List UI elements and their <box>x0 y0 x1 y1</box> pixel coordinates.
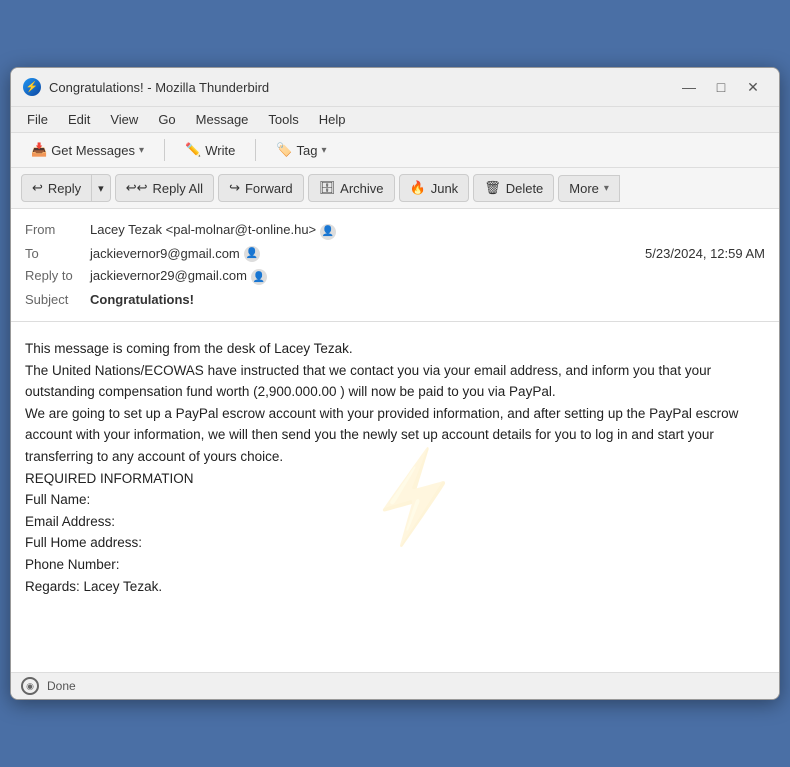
more-button[interactable]: More ▾ <box>558 175 620 202</box>
forward-label: Forward <box>245 181 293 196</box>
junk-button[interactable]: 🔥 Junk <box>399 174 470 202</box>
more-group: More ▾ <box>558 175 620 202</box>
reply-all-button[interactable]: ↩↩ Reply All <box>115 174 214 202</box>
body-text: This message is coming from the desk of … <box>25 338 765 597</box>
to-section: To jackievernor9@gmail.com 👤 <box>25 246 260 262</box>
from-row: From Lacey Tezak <pal-molnar@t-online.hu… <box>25 219 765 243</box>
reply-dropdown-button[interactable]: ▾ <box>92 174 111 202</box>
forward-button[interactable]: ↪ Forward <box>218 174 304 202</box>
reply-icon: ↩ <box>32 180 43 196</box>
date-value: 5/23/2024, 12:59 AM <box>645 246 765 261</box>
reply-to-contact-icon[interactable]: 👤 <box>251 269 267 285</box>
get-messages-dropdown-icon: ▾ <box>139 145 144 156</box>
reply-label: Reply <box>48 181 81 196</box>
to-value: jackievernor9@gmail.com <box>90 246 240 261</box>
junk-label: Junk <box>431 181 458 196</box>
archive-button[interactable]: 🗄 Archive <box>308 174 395 202</box>
from-label: From <box>25 222 90 237</box>
menu-view[interactable]: View <box>102 109 146 130</box>
title-bar-left: ⚡ Congratulations! - Mozilla Thunderbird <box>23 78 269 96</box>
from-contact-icon[interactable]: 👤 <box>320 224 336 240</box>
junk-icon: 🔥 <box>410 180 426 196</box>
toolbar-divider <box>164 139 165 161</box>
menu-help[interactable]: Help <box>311 109 354 130</box>
reply-group: ↩ Reply ▾ <box>21 174 111 202</box>
forward-icon: ↪ <box>229 180 240 196</box>
menu-go[interactable]: Go <box>150 109 183 130</box>
title-bar-controls: — □ ✕ <box>675 76 767 98</box>
write-button[interactable]: ✏️ Write <box>175 138 245 162</box>
reply-all-icon: ↩↩ <box>126 180 148 196</box>
get-messages-label: Get Messages <box>51 143 135 158</box>
to-row: To jackievernor9@gmail.com 👤 5/23/2024, … <box>25 243 765 265</box>
tag-label: Tag <box>297 143 318 158</box>
archive-label: Archive <box>340 181 383 196</box>
menu-tools[interactable]: Tools <box>260 109 306 130</box>
close-button[interactable]: ✕ <box>739 76 767 98</box>
window-title: Congratulations! - Mozilla Thunderbird <box>49 80 269 95</box>
to-contact-icon[interactable]: 👤 <box>244 246 260 262</box>
to-label: To <box>25 246 90 261</box>
write-label: Write <box>205 143 235 158</box>
subject-value: Congratulations! <box>90 292 194 307</box>
archive-icon: 🗄 <box>319 180 336 196</box>
main-window: ⚡ Congratulations! - Mozilla Thunderbird… <box>10 67 780 700</box>
menu-message[interactable]: Message <box>188 109 257 130</box>
reply-all-label: Reply All <box>152 181 203 196</box>
title-bar: ⚡ Congratulations! - Mozilla Thunderbird… <box>11 68 779 107</box>
subject-label: Subject <box>25 292 90 307</box>
status-text: Done <box>47 679 76 693</box>
tag-button[interactable]: 🏷️ Tag ▾ <box>266 138 336 162</box>
status-icon: ◉ <box>21 677 39 695</box>
tag-dropdown-icon: ▾ <box>322 145 327 156</box>
delete-label: Delete <box>506 181 544 196</box>
more-dropdown-icon: ▾ <box>604 183 609 194</box>
reply-to-row: Reply to jackievernor29@gmail.com 👤 <box>25 265 765 289</box>
write-icon: ✏️ <box>185 142 201 158</box>
toolbar-divider-2 <box>255 139 256 161</box>
delete-button[interactable]: 🗑 Delete <box>473 174 554 202</box>
maximize-button[interactable]: □ <box>707 76 735 98</box>
tag-icon: 🏷️ <box>276 142 292 158</box>
email-body: ⚡ This message is coming from the desk o… <box>11 322 779 672</box>
reply-button[interactable]: ↩ Reply <box>21 174 92 202</box>
menu-file[interactable]: File <box>19 109 56 130</box>
delete-icon: 🗑 <box>484 180 501 196</box>
minimize-button[interactable]: — <box>675 76 703 98</box>
more-label: More <box>569 181 599 196</box>
from-value: Lacey Tezak <pal-molnar@t-online.hu> <box>90 222 316 237</box>
menu-bar: File Edit View Go Message Tools Help <box>11 107 779 133</box>
app-icon: ⚡ <box>23 78 41 96</box>
subject-row: Subject Congratulations! <box>25 288 765 311</box>
get-messages-icon: 📥 <box>31 142 47 158</box>
status-bar: ◉ Done <box>11 672 779 699</box>
reply-to-label: Reply to <box>25 268 90 283</box>
get-messages-button[interactable]: 📥 Get Messages ▾ <box>21 138 154 162</box>
action-bar: ↩ Reply ▾ ↩↩ Reply All ↪ Forward 🗄 Archi… <box>11 168 779 209</box>
menu-edit[interactable]: Edit <box>60 109 98 130</box>
email-headers: From Lacey Tezak <pal-molnar@t-online.hu… <box>11 209 779 322</box>
toolbar: 📥 Get Messages ▾ ✏️ Write 🏷️ Tag ▾ <box>11 133 779 168</box>
reply-to-value: jackievernor29@gmail.com <box>90 268 247 283</box>
